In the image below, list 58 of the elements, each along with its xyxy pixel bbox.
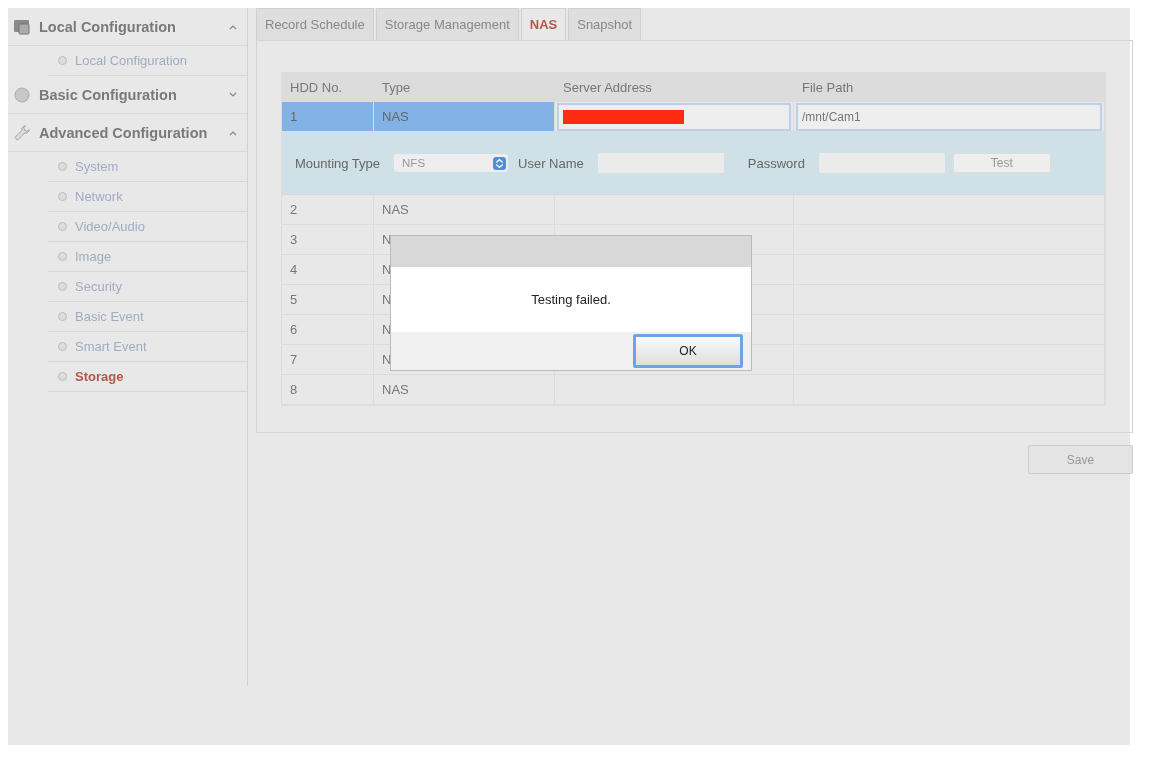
column-header: File Path: [794, 73, 1105, 101]
file-path-field[interactable]: /mnt/Cam1: [796, 102, 1102, 131]
table-cell: NAS: [382, 202, 409, 217]
chevron-down-icon: [229, 91, 237, 98]
field-label: User Name: [518, 155, 584, 171]
sidebar-section-header[interactable]: Local Configuration: [8, 8, 247, 46]
column-header: Server Address: [555, 73, 794, 101]
table-cell: N: [382, 232, 392, 247]
table-cell: NAS: [382, 382, 409, 397]
table-cell: N: [382, 292, 392, 307]
table-row[interactable]: 2 NAS: [282, 195, 1105, 225]
sidebar-item[interactable]: Basic Event: [48, 302, 247, 332]
table-cell: 8: [290, 382, 298, 397]
sidebar-item[interactable]: System: [48, 152, 247, 182]
mounting-type-select[interactable]: NFS: [394, 154, 509, 172]
dialog-message: Testing failed.: [531, 292, 611, 307]
table-cell: 2: [290, 202, 298, 217]
sidebar-item[interactable]: Local Configuration: [48, 46, 247, 76]
table-row[interactable]: 8 NAS: [282, 375, 1105, 405]
tab[interactable]: Snapshot: [568, 8, 642, 40]
table-row[interactable]: 1 NAS /mnt/Cam1: [282, 102, 1105, 132]
table-cell: 3: [290, 232, 298, 247]
globe-icon: [13, 86, 31, 103]
test-button[interactable]: Test: [952, 153, 1051, 173]
password-field[interactable]: [818, 153, 945, 173]
sidebar-item[interactable]: Image: [48, 242, 247, 272]
user-name-field[interactable]: [597, 153, 724, 173]
table-cell: N: [382, 262, 392, 277]
save-button[interactable]: Save: [1028, 445, 1133, 474]
sidebar-section-header[interactable]: Advanced Configuration: [8, 114, 247, 152]
sidebar-item[interactable]: Storage: [48, 362, 247, 392]
table-cell: 5: [290, 292, 298, 307]
table-cell: N: [382, 352, 392, 367]
sidebar-item[interactable]: Security: [48, 272, 247, 302]
field-label: Password: [747, 155, 805, 171]
table-cell: 4: [290, 262, 298, 277]
tab[interactable]: Storage Management: [375, 8, 519, 40]
ok-button[interactable]: OK: [633, 334, 743, 368]
sidebar-item[interactable]: Video/Audio: [48, 212, 247, 242]
table-cell: 1: [290, 109, 298, 124]
wrench-icon: [13, 124, 31, 141]
sidebar-item[interactable]: Smart Event: [48, 332, 247, 362]
monitor-icon: [13, 18, 31, 35]
sidebar-section-header[interactable]: Basic Configuration: [8, 76, 247, 114]
spinner-arrows-icon: [493, 156, 507, 170]
sidebar-item[interactable]: Network: [48, 182, 247, 212]
table-cell: 6: [290, 322, 298, 337]
server-address-field[interactable]: [557, 102, 791, 131]
chevron-up-icon: [229, 129, 237, 136]
tab[interactable]: Record Schedule: [256, 8, 374, 40]
table-cell: NAS: [382, 109, 409, 124]
field-label: Mounting Type: [295, 155, 381, 171]
column-header: Type: [374, 73, 555, 101]
tab[interactable]: NAS: [520, 8, 567, 40]
chevron-up-icon: [229, 23, 237, 30]
column-header: HDD No.: [282, 73, 374, 101]
table-cell: 7: [290, 352, 298, 367]
table-cell: N: [382, 322, 392, 337]
